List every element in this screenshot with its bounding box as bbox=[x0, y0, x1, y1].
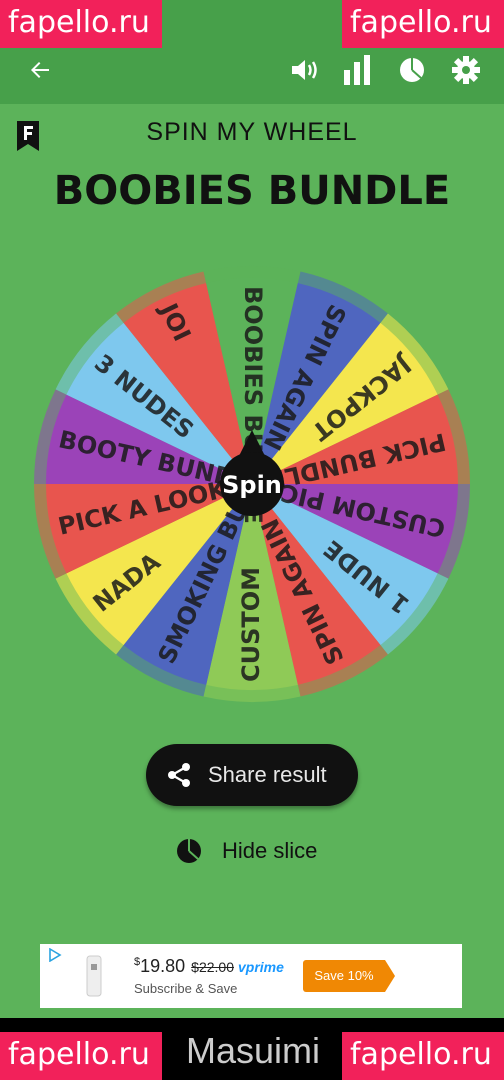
hide-slice-label: Hide slice bbox=[222, 838, 318, 863]
share-icon bbox=[168, 763, 190, 787]
watermark-top-left: fapello.ru bbox=[0, 0, 162, 48]
back-button[interactable] bbox=[24, 54, 56, 86]
share-result-button[interactable]: Share result bbox=[146, 744, 358, 806]
wheel-graphic[interactable]: JOI BOOBIES BUNDLESPIN AGAINJACKPOTPICK B… bbox=[30, 262, 474, 706]
prime-logo: vprime bbox=[238, 959, 284, 975]
spin-button[interactable]: Spin bbox=[222, 471, 282, 499]
page-subtitle: SPIN MY WHEEL bbox=[146, 118, 358, 146]
volume-button[interactable] bbox=[288, 54, 322, 86]
nav-overlay-text: Masuimi bbox=[186, 1030, 321, 1071]
settings-button[interactable] bbox=[448, 52, 484, 88]
watermark-bottom-left: fapello.ru bbox=[0, 1032, 162, 1080]
pie-chart-icon bbox=[177, 839, 201, 863]
pie-chart-icon bbox=[400, 58, 424, 82]
ad-price: $19.80 $22.00 vprime bbox=[134, 956, 284, 976]
wheel[interactable]: JOI BOOBIES BUNDLE SPIN AGAIN JACKPOT PICK B… bbox=[30, 262, 474, 706]
watermark-top-right: fapello.ru bbox=[342, 0, 504, 48]
hide-slice-button[interactable]: Hide slice bbox=[176, 838, 317, 864]
wheel-slice-label: CUSTOM bbox=[237, 567, 265, 682]
page-title: BOOBIES BUNDLE bbox=[53, 168, 451, 214]
ad-choices-icon[interactable] bbox=[48, 948, 62, 962]
stats-button[interactable] bbox=[340, 52, 374, 88]
gear-icon bbox=[452, 56, 480, 84]
arrow-left-icon bbox=[31, 62, 49, 78]
ad-old-price: $22.00 bbox=[191, 959, 234, 975]
ad-save-badge[interactable]: Save 10% bbox=[303, 960, 395, 992]
ad-subtitle: Subscribe & Save bbox=[134, 981, 238, 996]
watermark-bottom-right: fapello.ru bbox=[342, 1032, 504, 1080]
volume-icon bbox=[292, 60, 317, 80]
product-image bbox=[86, 955, 102, 997]
pie-button[interactable] bbox=[396, 54, 428, 86]
share-result-label: Share result bbox=[208, 762, 327, 787]
bar-chart-icon bbox=[344, 55, 370, 85]
ad-banner[interactable]: $19.80 $22.00 vprime Subscribe & Save Save… bbox=[40, 944, 462, 1008]
